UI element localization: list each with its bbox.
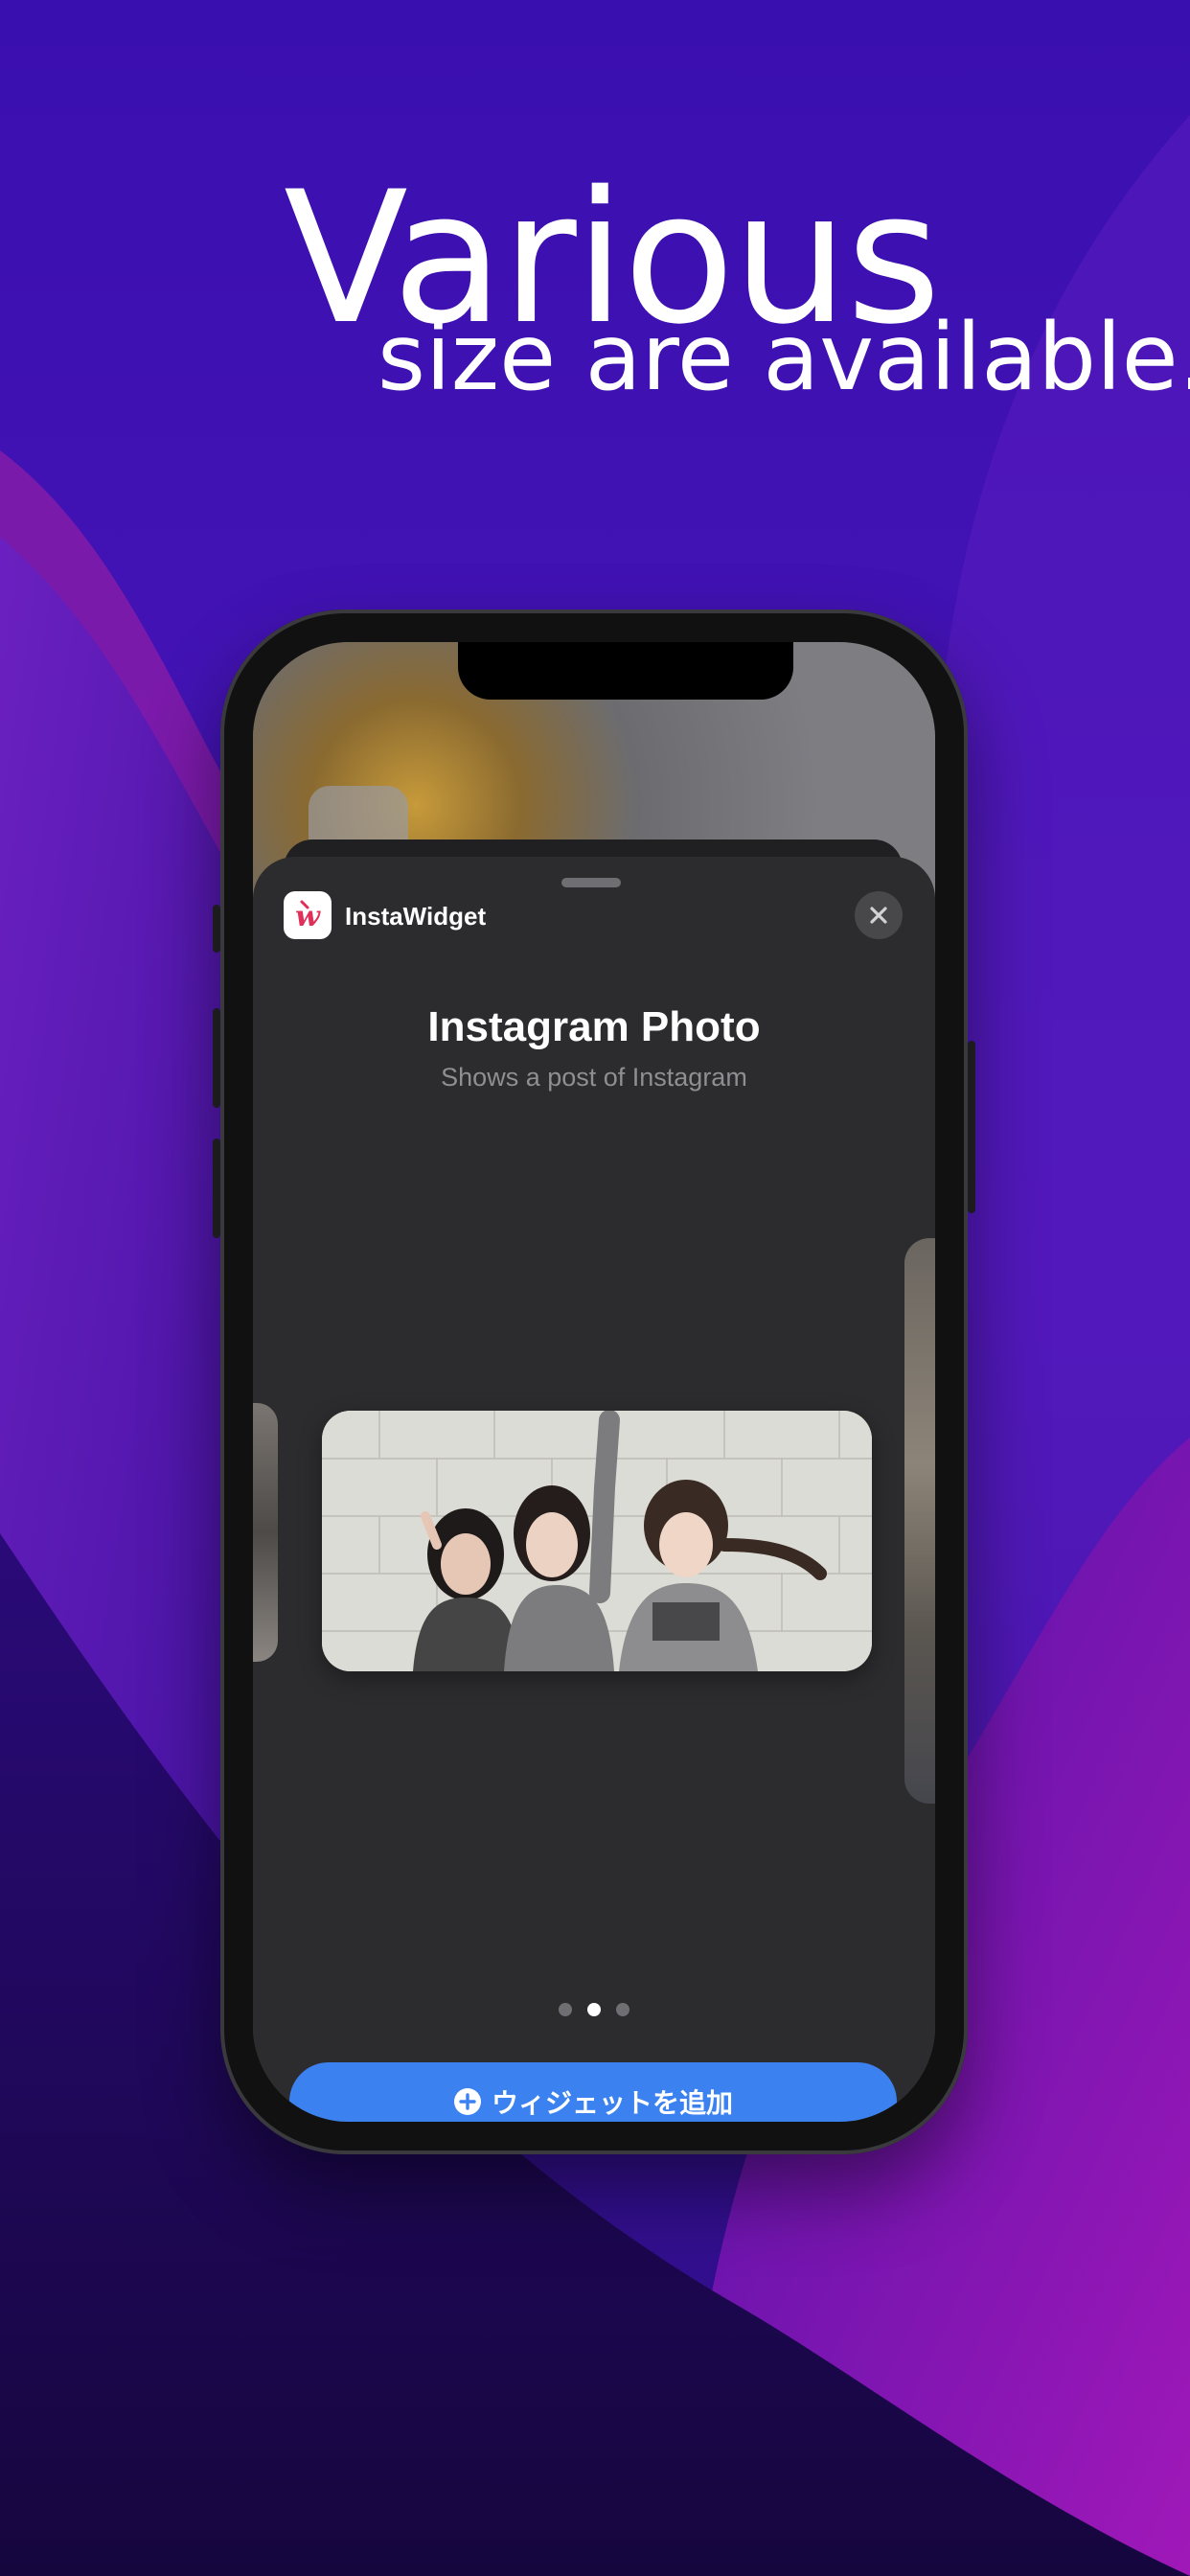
page-dot-active[interactable]	[587, 2003, 601, 2016]
phone-screen: w InstaWidget Instagram Photo Shows a po…	[253, 642, 935, 2122]
notch	[458, 642, 793, 700]
widget-title: Instagram Photo	[427, 1003, 761, 1050]
svg-text:w: w	[295, 900, 321, 933]
side-button-mute	[213, 905, 220, 953]
page-dot[interactable]	[616, 2003, 629, 2016]
widget-preview-photo[interactable]	[322, 1411, 872, 1671]
widget-preview-previous[interactable]	[253, 1403, 278, 1662]
side-button-power	[968, 1041, 975, 1213]
app-name: InstaWidget	[345, 902, 487, 931]
page-indicator[interactable]	[253, 2003, 935, 2016]
add-widget-button[interactable]: ウィジェットを追加	[289, 2062, 897, 2122]
headline: Various size are available.	[0, 0, 1190, 422]
sheet-grabber[interactable]	[561, 878, 621, 887]
headline-subtitle: size are available.	[378, 304, 1190, 411]
app-logo-icon: w	[284, 891, 332, 939]
widget-subtitle: Shows a post of Instagram	[441, 1063, 747, 1092]
instagram-photo-image	[322, 1411, 872, 1671]
widget-preview-next[interactable]	[904, 1238, 935, 1804]
side-button-volume-up	[213, 1008, 220, 1108]
page-dot[interactable]	[559, 2003, 572, 2016]
side-button-volume-down	[213, 1138, 220, 1238]
close-icon	[870, 907, 887, 924]
close-button[interactable]	[855, 891, 903, 939]
plus-circle-icon	[453, 2088, 481, 2115]
add-widget-label: ウィジェットを追加	[491, 2087, 733, 2119]
widget-gallery-sheet: w InstaWidget Instagram Photo Shows a po…	[253, 857, 935, 2122]
background-app-icon	[309, 786, 408, 843]
phone-frame: w InstaWidget Instagram Photo Shows a po…	[213, 610, 975, 2154]
